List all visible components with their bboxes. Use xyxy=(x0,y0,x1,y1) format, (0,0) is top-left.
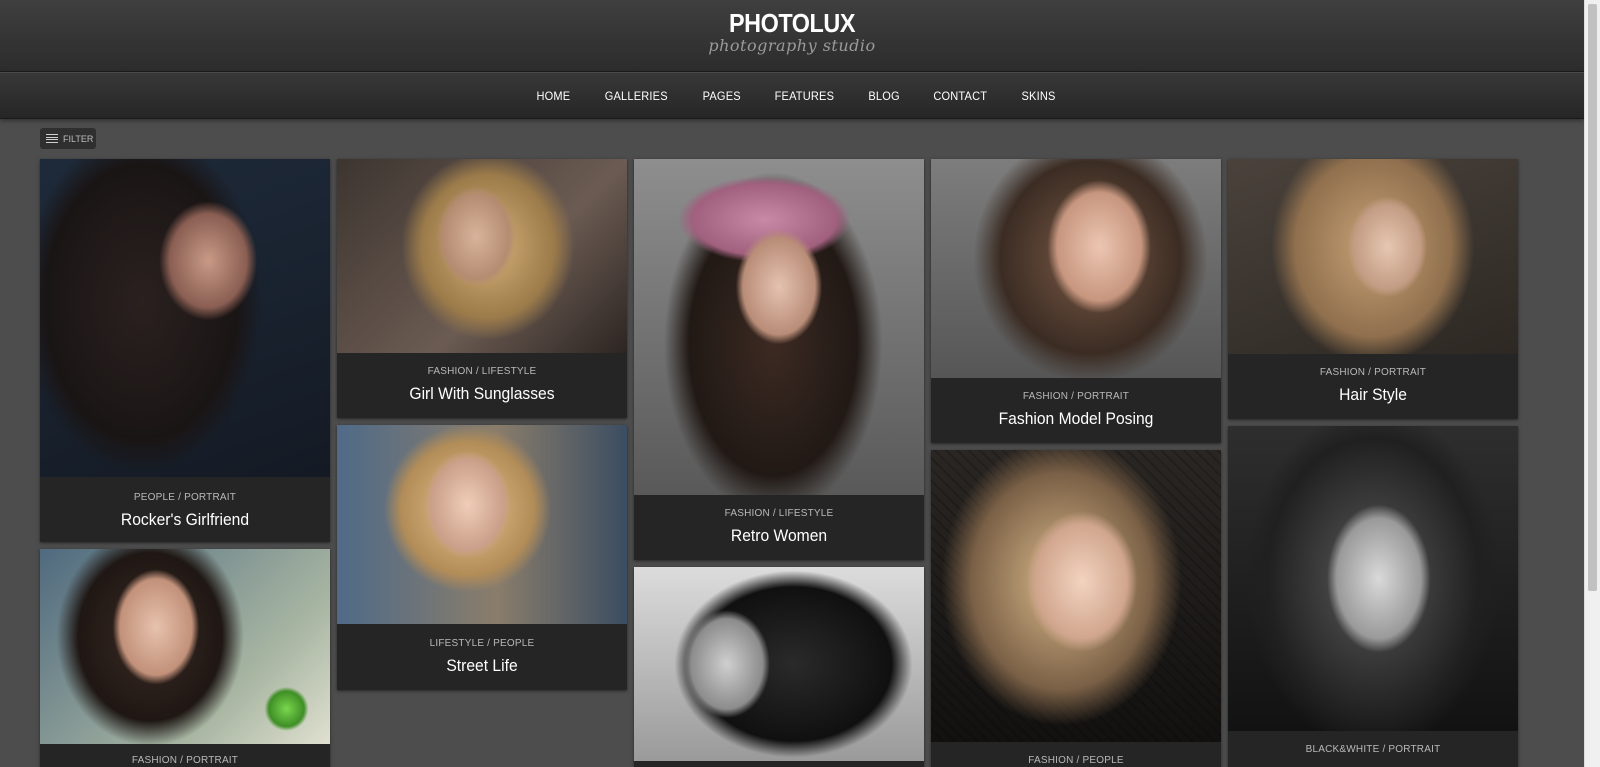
gallery-photo[interactable] xyxy=(1228,426,1518,731)
vertical-scrollbar[interactable] xyxy=(1584,0,1600,767)
gallery-card-cocktail[interactable]: FASHION / PORTRAIT xyxy=(40,549,330,767)
gallery-photo[interactable] xyxy=(634,159,924,495)
nav-item-features[interactable]: FEATURES xyxy=(761,89,848,103)
gallery-category: BLACK&WHITE / PORTRAIT xyxy=(1305,744,1441,755)
menu-icon xyxy=(46,134,58,143)
logo-subtitle: photography studio xyxy=(708,36,876,55)
gallery-card-rockers-girlfriend[interactable]: PEOPLE / PORTRAIT Rocker's Girlfriend xyxy=(40,159,330,542)
gallery-photo[interactable] xyxy=(634,567,924,761)
gallery-photo[interactable] xyxy=(337,425,627,624)
gallery-photo[interactable] xyxy=(931,159,1221,378)
gallery-title[interactable]: Fashion Model Posing xyxy=(943,409,1210,429)
nav-item-galleries[interactable]: GALLERIES xyxy=(591,89,682,103)
filter-label: FILTER xyxy=(63,133,94,144)
gallery-category: LIFESTYLE / PEOPLE xyxy=(429,638,535,649)
gallery-photo[interactable] xyxy=(1228,159,1518,354)
gallery-category: FASHION / LIFESTYLE xyxy=(427,366,537,377)
gallery-card-black-white-hands[interactable]: BLACK&WHITE / PORTRAIT xyxy=(1228,426,1518,767)
gallery-card-hair-style[interactable]: FASHION / PORTRAIT Hair Style xyxy=(1228,159,1518,419)
gallery-card-street-life[interactable]: LIFESTYLE / PEOPLE Street Life xyxy=(337,425,627,690)
gallery-category: FASHION / PORTRAIT xyxy=(131,755,239,766)
gallery-card-veil[interactable]: FASHION / PEOPLE xyxy=(931,450,1221,767)
gallery-category: FASHION / PORTRAIT xyxy=(1319,367,1427,378)
gallery-category: FASHION / LIFESTYLE xyxy=(724,508,834,519)
gallery-card-girl-with-sunglasses[interactable]: FASHION / LIFESTYLE Girl With Sunglasses xyxy=(337,159,627,418)
filter-button[interactable]: FILTER xyxy=(40,128,96,149)
nav-item-blog[interactable]: BLOG xyxy=(854,89,913,103)
gallery-photo[interactable] xyxy=(337,159,627,353)
gallery-photo[interactable] xyxy=(40,549,330,744)
gallery-title[interactable]: Retro Women xyxy=(646,526,913,546)
gallery-title[interactable]: Street Life xyxy=(349,656,616,676)
gallery-category: FASHION / PEOPLE xyxy=(1028,755,1124,766)
main-nav: HOME GALLERIES PAGES FEATURES BLOG CONTA… xyxy=(0,72,1584,119)
gallery-photo[interactable] xyxy=(40,159,330,477)
gallery-category: PEOPLE / PORTRAIT xyxy=(133,492,237,503)
logo-title[interactable]: PHOTOLUX xyxy=(79,8,1505,39)
nav-item-pages[interactable]: PAGES xyxy=(689,89,755,103)
gallery-title[interactable]: Girl With Sunglasses xyxy=(349,384,616,404)
gallery-title[interactable]: Rocker's Girlfriend xyxy=(52,510,319,530)
nav-item-home[interactable]: HOME xyxy=(523,89,584,103)
scrollbar-thumb[interactable] xyxy=(1588,4,1597,591)
page: PHOTOLUX photography studio HOME GALLERI… xyxy=(0,0,1600,767)
site-header: PHOTOLUX photography studio xyxy=(0,0,1584,72)
gallery-card-black-white-lying[interactable] xyxy=(634,567,924,767)
nav-item-contact[interactable]: CONTACT xyxy=(920,89,1001,103)
gallery-title[interactable]: Hair Style xyxy=(1240,385,1507,405)
gallery-card-fashion-model-posing[interactable]: FASHION / PORTRAIT Fashion Model Posing xyxy=(931,159,1221,443)
gallery-card-retro-women[interactable]: FASHION / LIFESTYLE Retro Women xyxy=(634,159,924,560)
nav-item-skins[interactable]: SKINS xyxy=(1007,89,1069,103)
gallery-photo[interactable] xyxy=(931,450,1221,742)
gallery-category: FASHION / PORTRAIT xyxy=(1022,391,1130,402)
